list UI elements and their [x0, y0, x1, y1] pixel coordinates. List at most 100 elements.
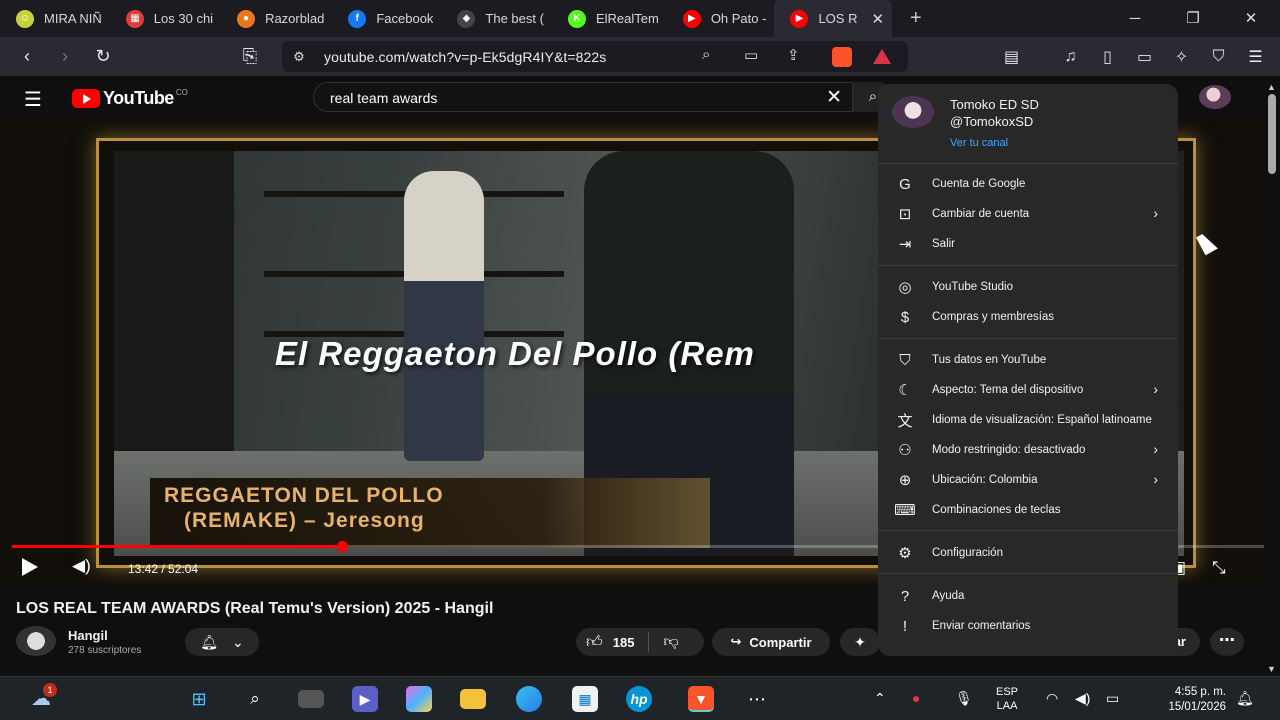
menu-divider	[878, 265, 1178, 266]
volume-icon[interactable]: ◀)	[72, 556, 91, 576]
windows-start-icon[interactable]: ⊞	[186, 686, 212, 712]
browser-tab[interactable]: ▦ Los 30 chi	[110, 0, 221, 37]
keyboard-icon: ⌨	[894, 502, 916, 519]
notification-bell-button[interactable]: 🔔︎ ⌄	[185, 628, 259, 656]
brave-shield-icon[interactable]	[832, 47, 852, 67]
copilot-icon[interactable]	[406, 686, 432, 712]
speaker-icon[interactable]: ◀)	[1075, 690, 1090, 707]
more-apps-icon[interactable]: ⋯	[744, 686, 770, 712]
reader-mode-icon[interactable]: ▤	[993, 47, 1030, 67]
menu-item[interactable]: ⊕ Ubicación: Colombia ›	[878, 465, 1178, 495]
notifications-bell-icon[interactable]: 🔔︎	[1236, 690, 1254, 707]
more-actions-button[interactable]: ⋯	[1210, 628, 1244, 656]
youtube-logo[interactable]: YouTube CO	[72, 88, 188, 109]
edge-icon[interactable]	[516, 686, 542, 712]
menu-item[interactable]: ⌨ Combinaciones de teclas	[878, 495, 1178, 525]
media-icon[interactable]: ♫	[1052, 48, 1089, 66]
wifi-icon[interactable]: ◠	[1046, 690, 1058, 707]
browser-tab[interactable]: K ElRealTem	[552, 0, 667, 37]
vpn-icon[interactable]: ⛉	[1200, 48, 1237, 66]
share-page-icon[interactable]: ⇪	[787, 46, 800, 64]
browser-tab[interactable]: ▶ LOS R ✕	[774, 0, 893, 37]
search-input[interactable]: real team awards ✕	[313, 82, 853, 112]
browser-tab-bar: ☺ MIRA NIÑ ▦ Los 30 chi ● Razorblad f Facebook ◆…	[0, 0, 1280, 37]
menu-item-label: Compras y membresías	[932, 311, 1055, 323]
fullscreen-icon[interactable]: ⤡	[1212, 558, 1226, 578]
search-icon[interactable]: ⌕	[242, 686, 268, 712]
menu-item[interactable]: ⇥ Salir	[878, 229, 1178, 259]
ask-button[interactable]: ✦	[840, 628, 880, 656]
brave-icon[interactable]: ▼	[688, 686, 714, 712]
language-indicator[interactable]: ESP LAA	[996, 685, 1018, 713]
like-count[interactable]: 185	[613, 635, 635, 650]
shield-person-icon: ⛉	[899, 351, 911, 369]
scroll-up-icon[interactable]: ▲	[1267, 82, 1276, 92]
browser-tab[interactable]: ● Razorblad	[221, 0, 332, 37]
page-scrollbar[interactable]: ▲ ▼	[1264, 82, 1280, 676]
microphone-icon[interactable]: 🎙︎	[955, 690, 973, 707]
dislike-icon[interactable]: 👎︎	[663, 633, 678, 651]
file-explorer-icon[interactable]	[460, 689, 486, 709]
progress-knob[interactable]	[337, 541, 348, 552]
menu-item[interactable]: ⛉ Tus datos en YouTube	[878, 345, 1178, 375]
menu-item[interactable]: $ Compras y membresías	[878, 302, 1178, 332]
system-clock[interactable]: 4:55 p. m. 15/01/2026	[1146, 685, 1226, 715]
sidebar-icon[interactable]: ▯	[1089, 47, 1126, 67]
tab-label: Facebook	[376, 11, 434, 26]
back-button[interactable]: ‹	[8, 46, 46, 67]
hp-icon[interactable]: hp	[626, 686, 652, 712]
menu-item[interactable]: ☾ Aspecto: Tema del dispositivo ›	[878, 375, 1178, 405]
channel-name[interactable]: Hangil	[68, 628, 108, 643]
browser-tab[interactable]: ◆ The best (	[441, 0, 552, 37]
recording-tray-icon[interactable]: ●	[912, 690, 920, 706]
share-button[interactable]: ↪ Compartir	[712, 628, 830, 656]
zoom-icon[interactable]: ⌕	[702, 46, 710, 63]
banner-line-2: (REMAKE) – Jeresong	[184, 509, 425, 532]
menu-item[interactable]: ◎ YouTube Studio	[878, 272, 1178, 302]
menu-item-label: Salir	[932, 238, 956, 250]
leo-ai-icon[interactable]: ✧	[1163, 47, 1200, 67]
close-tab-icon[interactable]: ✕	[871, 10, 884, 28]
close-window-button[interactable]: ✕	[1222, 0, 1280, 37]
new-tab-button[interactable]: +	[910, 7, 922, 30]
address-bar[interactable]: ⚙ youtube.com/watch?v=p-Ek5dgR4IY&t=822s…	[282, 41, 908, 72]
menu-item[interactable]: ⚙ Configuración	[878, 538, 1178, 568]
forward-button[interactable]: ›	[46, 46, 84, 67]
battery-icon[interactable]: ▭	[1106, 690, 1119, 707]
menu-item[interactable]: 文 Idioma de visualización: Español latino…	[878, 405, 1178, 435]
menu-user-handle: @TomokoxSD	[950, 114, 1034, 129]
menu-item[interactable]: G Cuenta de Google	[878, 169, 1178, 199]
cast-icon[interactable]: ▭	[744, 46, 758, 64]
browser-menu-icon[interactable]: ☰	[1237, 47, 1274, 67]
bookmark-button[interactable]: ⎘	[231, 46, 269, 67]
clear-search-icon[interactable]: ✕	[826, 86, 842, 109]
menu-divider	[878, 163, 1178, 164]
task-view-icon[interactable]	[298, 690, 324, 708]
site-settings-icon[interactable]: ⚙	[282, 49, 316, 65]
play-icon[interactable]	[22, 558, 38, 576]
browser-tab[interactable]: f Facebook	[332, 0, 441, 37]
channel-avatar[interactable]	[16, 626, 56, 656]
browser-tab[interactable]: ☺ MIRA NIÑ	[0, 0, 110, 37]
tab-label: Oh Pato -	[710, 11, 767, 26]
browser-tab[interactable]: ▶ Oh Pato -	[667, 0, 775, 37]
store-icon[interactable]: ▦	[572, 686, 598, 712]
scrollbar-thumb[interactable]	[1268, 94, 1276, 174]
avatar[interactable]	[1199, 85, 1231, 109]
reload-button[interactable]: ↻	[84, 46, 122, 67]
menu-item[interactable]: ? Ayuda	[878, 581, 1178, 611]
minimize-button[interactable]: ─	[1106, 0, 1164, 37]
menu-item[interactable]: ⚇ Modo restringido: desactivado ›	[878, 435, 1178, 465]
view-channel-link[interactable]: Ver tu canal	[950, 137, 1008, 149]
restore-button[interactable]: ❐	[1164, 0, 1222, 37]
hidden-icons-chevron-icon[interactable]: ⌃	[874, 690, 886, 707]
menu-item[interactable]: ! Enviar comentarios	[878, 611, 1178, 641]
brave-rewards-icon[interactable]	[873, 49, 891, 64]
scroll-down-icon[interactable]: ▼	[1267, 664, 1276, 674]
menu-item[interactable]: ⊡ Cambiar de cuenta ›	[878, 199, 1178, 229]
like-icon[interactable]: 👍︎	[586, 633, 603, 652]
meet-icon[interactable]: ▶	[352, 686, 378, 712]
guide-menu-icon[interactable]: ☰	[24, 87, 42, 112]
browser-toolbar: ‹ › ↻ ⎘ ⚙ youtube.com/watch?v=p-Ek5dgR4I…	[0, 37, 1280, 76]
wallet-icon[interactable]: ▭	[1126, 47, 1163, 67]
